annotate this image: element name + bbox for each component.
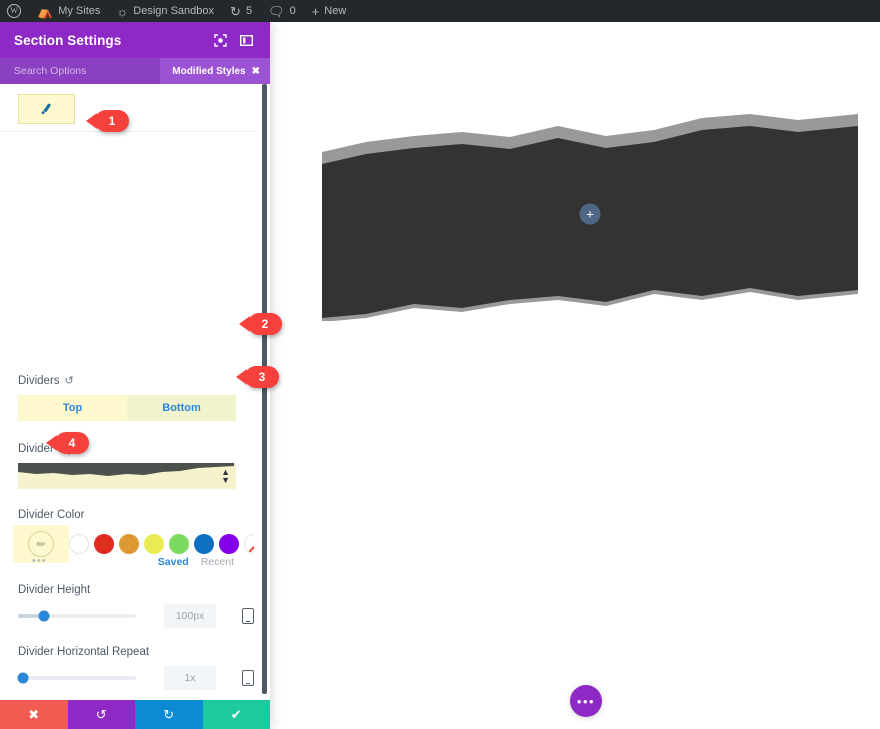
panel-layout-icon[interactable] (236, 30, 256, 50)
paint-design-icon (40, 102, 53, 117)
modified-styles-chip[interactable]: Modified Styles ✖ (160, 58, 270, 84)
comments-icon: 🗨 (268, 3, 285, 19)
close-icon[interactable]: ✖ (252, 66, 260, 77)
modified-styles-label: Modified Styles (172, 65, 246, 77)
updates-menu[interactable]: ↻ 5 (222, 0, 260, 22)
divider-style-preview (18, 463, 234, 476)
my-sites-menu[interactable]: ⛺ My Sites (29, 0, 108, 22)
collapsed-options-area (18, 138, 236, 374)
swatch-white[interactable] (69, 534, 89, 554)
divider-height-input[interactable]: 100px (164, 604, 216, 628)
dividers-label-row: Dividers ↺ (18, 374, 236, 388)
reset-icon[interactable]: ↺ (65, 374, 74, 387)
updates-count: 5 (245, 5, 253, 17)
updates-icon: ↻ (230, 3, 241, 19)
section-preview[interactable]: + (322, 106, 858, 322)
divider-tab-bottom[interactable]: Bottom (127, 395, 236, 421)
eyedropper-icon: ✎ (22, 525, 60, 563)
tab-design[interactable] (18, 94, 75, 124)
divider-height-row: 100px (18, 604, 254, 628)
swatch-yellow[interactable] (144, 534, 164, 554)
divider-repeat-row: 1x (17, 666, 254, 690)
divider-color-label: Divider Color (18, 509, 85, 521)
mobile-icon[interactable] (242, 670, 254, 686)
divider-height-slider-knob[interactable] (38, 610, 50, 622)
swatch-none[interactable] (244, 534, 254, 554)
search-input[interactable]: Search Options (14, 65, 160, 77)
chevron-updown-icon: ▲ ▼ (221, 467, 230, 485)
page-settings-fab[interactable]: ••• (570, 685, 602, 717)
divider-repeat-input[interactable]: 1x (164, 666, 216, 690)
site-icon: ☼ (116, 3, 129, 19)
wp-logo-menu[interactable] (0, 0, 29, 22)
site-name-menu[interactable]: ☼ Design Sandbox (108, 0, 222, 22)
dividers-segment-group: Top Bottom (18, 395, 236, 421)
comments-menu[interactable]: 🗨 0 (260, 0, 304, 22)
my-sites-icon: ⛺ (37, 3, 54, 19)
mobile-icon[interactable] (242, 608, 254, 624)
divider-tab-top[interactable]: Top (18, 395, 127, 421)
site-name-label: Design Sandbox (133, 5, 215, 17)
panel-search-bar: Search Options Modified Styles ✖ (0, 58, 270, 84)
redo-button[interactable]: ↻ (135, 700, 203, 729)
add-row-button[interactable]: + (579, 203, 601, 224)
tab-saved-colors[interactable]: Saved (158, 556, 189, 568)
comments-count: 0 (289, 5, 296, 17)
swatch-blue[interactable] (194, 534, 214, 554)
swatch-red[interactable] (94, 534, 114, 554)
callout-marker-3: 3 (245, 366, 279, 388)
swatch-purple[interactable] (219, 534, 239, 554)
panel-body: Dividers ↺ Top Bottom Divider Style ▲▼ D… (0, 84, 270, 700)
divider-repeat-block: Divider Horizontal Repeat 1x (17, 646, 254, 690)
swatch-green[interactable] (169, 534, 189, 554)
save-button[interactable]: ✔ (202, 700, 270, 729)
divider-height-slider[interactable] (18, 610, 136, 622)
builder-canvas: + ••• (270, 22, 880, 729)
divider-height-block: Divider Height 100px (18, 584, 254, 628)
undo-button[interactable]: ↺ (67, 700, 135, 729)
wp-admin-bar: ⛺ My Sites ☼ Design Sandbox ↻ 5 🗨 0 + Ne… (0, 0, 880, 22)
panel-header: Section Settings (0, 22, 270, 58)
divider-repeat-label: Divider Horizontal Repeat (18, 646, 150, 658)
section-settings-panel: Section Settings Search Options Modified… (0, 22, 270, 729)
panel-scrollbar[interactable] (262, 84, 267, 694)
callout-marker-4: 4 (55, 432, 89, 454)
plus-icon: + (311, 3, 320, 19)
page-title: Section Settings (14, 32, 122, 48)
callout-marker-2: 2 (248, 313, 282, 335)
divider-repeat-slider[interactable] (17, 672, 136, 684)
focus-target-icon[interactable] (210, 30, 230, 50)
divider-height-label: Divider Height (18, 584, 91, 596)
new-label: New (324, 5, 347, 17)
tab-recent-colors[interactable]: Recent (201, 556, 234, 568)
panel-footer: ✖ ↺ ↻ ✔ (0, 700, 270, 729)
wordpress-logo-icon (7, 4, 21, 18)
divider-style-select[interactable]: ▲ ▼ (18, 463, 236, 489)
new-content-menu[interactable]: + New (304, 0, 355, 22)
my-sites-label: My Sites (58, 5, 101, 17)
panel-options-scroll: Dividers ↺ Top Bottom Divider Style ▲▼ D… (0, 138, 254, 700)
callout-marker-1: 1 (95, 110, 129, 132)
cancel-button[interactable]: ✖ (0, 700, 68, 729)
swatch-orange[interactable] (119, 534, 139, 554)
color-picker-button[interactable]: ✎ (13, 525, 69, 563)
divider-repeat-slider-knob[interactable] (17, 672, 29, 684)
dividers-label: Dividers (18, 374, 60, 387)
